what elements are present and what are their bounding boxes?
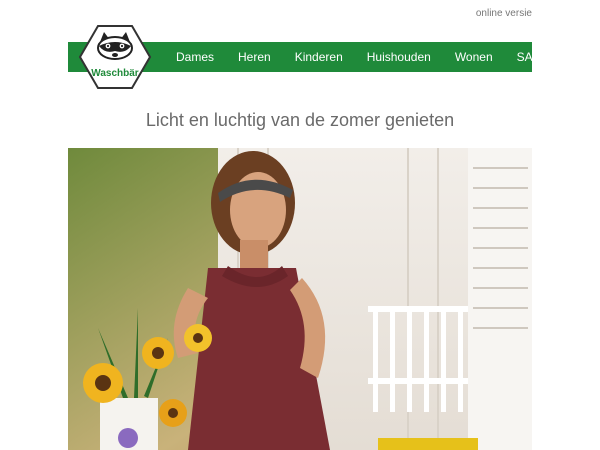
nav-item-kinderen[interactable]: Kinderen (295, 50, 343, 64)
nav-item-wonen[interactable]: Wonen (455, 50, 493, 64)
online-version-link[interactable]: online versie (476, 8, 532, 19)
nav-item-dames[interactable]: Dames (176, 50, 214, 64)
brand-logo[interactable]: Waschbär (78, 24, 152, 90)
raccoon-logo-icon (78, 25, 152, 89)
hero-image[interactable] (68, 148, 532, 450)
nav-item-huishouden[interactable]: Huishouden (367, 50, 431, 64)
nav-menu: Dames Heren Kinderen Huishouden Wonen SA… (176, 42, 547, 72)
logo-text: Waschbär (91, 68, 139, 79)
hero-photo-icon (68, 148, 532, 450)
nav-item-sale[interactable]: SALE (517, 50, 548, 64)
page-headline: Licht en luchtig van de zomer genieten (145, 110, 455, 130)
nav-item-heren[interactable]: Heren (238, 50, 271, 64)
